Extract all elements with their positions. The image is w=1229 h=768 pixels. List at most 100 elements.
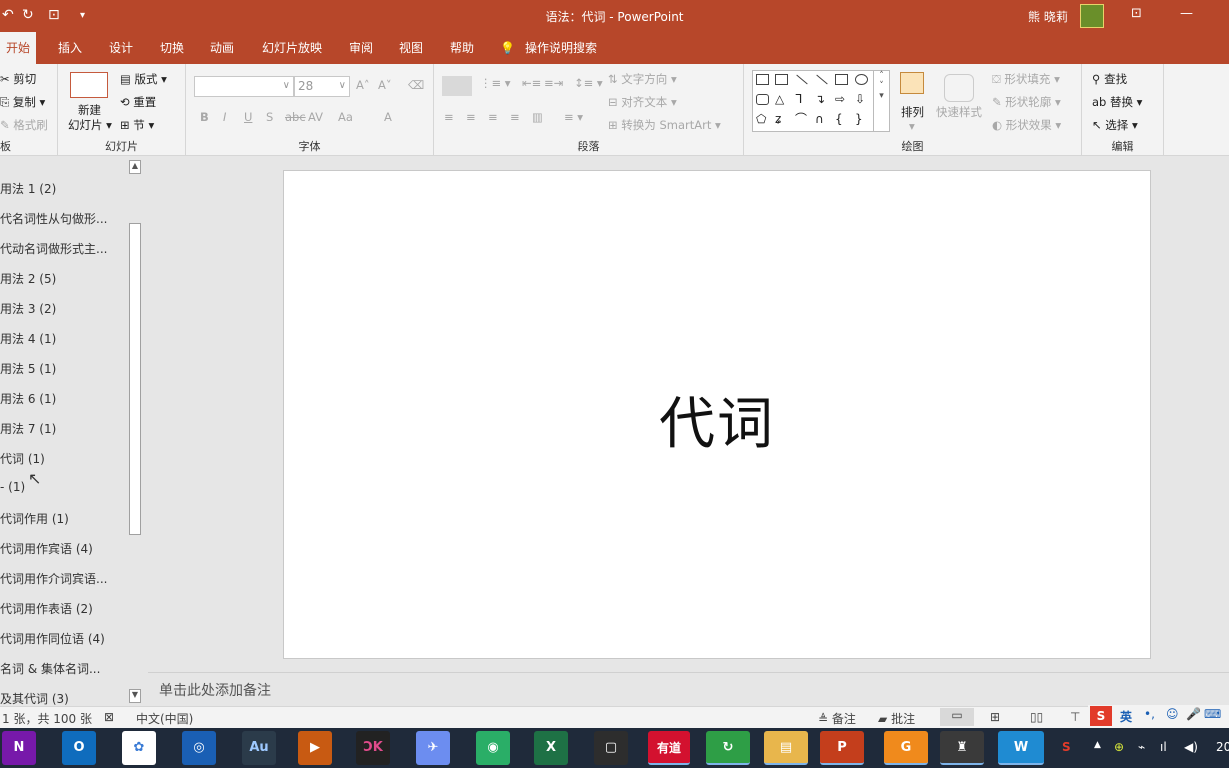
vertical-textbox-shape-icon[interactable] — [775, 74, 788, 85]
pdf-app-icon[interactable]: G — [884, 731, 928, 765]
find-button[interactable]: ⚲ 查找 — [1092, 71, 1127, 87]
new-slide-label[interactable]: 幻灯片 ▾ — [68, 117, 112, 133]
smartart-button[interactable]: ⊞ 转换为 SmartArt ▾ — [608, 117, 721, 133]
tab-insert[interactable]: 插入 — [52, 32, 88, 64]
font-name-select[interactable]: ∨ — [194, 76, 294, 97]
tab-design[interactable]: 设计 — [103, 32, 139, 64]
quick-styles-button[interactable]: 快速样式 — [936, 104, 982, 120]
microphone-icon[interactable]: 🎤 — [1186, 707, 1201, 721]
arrange-dropdown-icon[interactable]: ▾ — [909, 119, 915, 133]
copy-button[interactable]: ⎘ 复制 ▾ — [0, 94, 45, 110]
distribute-icon[interactable]: ≡ ▾ — [564, 110, 583, 124]
strikethrough-button[interactable]: abc — [285, 110, 306, 124]
shrink-font-icon[interactable]: A˅ — [378, 78, 392, 92]
right-brace-shape-icon[interactable]: } — [855, 113, 868, 125]
arc-shape-icon[interactable]: ⌒ — [795, 113, 808, 125]
mail-app-icon[interactable]: ✈ — [416, 731, 450, 765]
font-color-button[interactable]: A — [384, 110, 392, 124]
shape-outline-button[interactable]: ✎ 形状轮廓 ▾ — [992, 94, 1061, 110]
reader-app-icon[interactable]: ♜ — [940, 731, 984, 765]
excel-app-icon[interactable]: X — [534, 731, 568, 765]
video-app-icon[interactable]: ▢ — [594, 731, 628, 765]
media-app-icon[interactable]: ▶ — [298, 731, 332, 765]
list-item[interactable]: 用法 1 (2) — [0, 180, 56, 197]
wifi-icon[interactable]: ıl — [1160, 740, 1167, 754]
align-right-icon[interactable]: ≡ — [488, 110, 498, 124]
sogou-icon[interactable]: S — [1062, 740, 1071, 754]
justify-icon[interactable]: ≡ — [510, 110, 520, 124]
textbox-shape-icon[interactable] — [756, 74, 769, 85]
current-slide[interactable]: 代词 — [283, 170, 1151, 659]
arrange-button[interactable]: 排列 — [901, 104, 924, 120]
tell-me-search[interactable]: 💡 操作说明搜索 — [500, 32, 597, 64]
new-slide-icon[interactable] — [70, 72, 108, 98]
columns-icon[interactable]: ▥ — [532, 110, 543, 124]
scroll-up-icon[interactable]: ▲ — [129, 160, 141, 174]
notes-toggle[interactable]: ≜ 备注 — [818, 710, 856, 727]
tab-view[interactable]: 视图 — [393, 32, 429, 64]
down-arrow-shape-icon[interactable]: ⇩ — [855, 93, 868, 105]
increase-indent-icon[interactable]: ≡⇥ — [544, 76, 563, 90]
align-left-icon[interactable]: ≡ — [444, 110, 454, 124]
tab-animations[interactable]: 动画 — [204, 32, 240, 64]
bold-button[interactable]: B — [200, 110, 209, 124]
grow-font-icon[interactable]: A˄ — [356, 78, 370, 92]
list-item[interactable]: - (1) — [0, 480, 25, 494]
reading-view-icon[interactable]: ▯▯ — [1030, 710, 1043, 724]
new-slide-button[interactable]: 新建 — [78, 102, 101, 118]
list-item[interactable]: 代词用作介词宾语... — [0, 570, 107, 587]
list-item[interactable]: 及其代词 (3) — [0, 690, 69, 707]
elbow-connector-shape-icon[interactable]: ᒣ — [795, 93, 808, 105]
outline-scrollbar[interactable]: ▲ ▼ — [127, 157, 143, 707]
change-case-button[interactable]: Aa — [338, 110, 353, 124]
elbow-arrow-shape-icon[interactable]: ↴ — [815, 93, 828, 105]
replace-button[interactable]: ab 替换 ▾ — [1092, 94, 1142, 110]
section-button[interactable]: ⊞ 节 ▾ — [120, 117, 154, 133]
line-shape-icon[interactable] — [796, 74, 808, 85]
tab-help[interactable]: 帮助 — [444, 32, 480, 64]
list-item[interactable]: 代名词性从句做形... — [0, 210, 107, 227]
sogou-ime-icon[interactable]: S — [1090, 706, 1112, 726]
curve-shape-icon[interactable]: ∩ — [815, 113, 828, 125]
list-item[interactable]: 代词用作宾语 (4) — [0, 540, 93, 557]
language-indicator[interactable]: 中文(中国) — [136, 710, 193, 727]
left-brace-shape-icon[interactable]: { — [835, 113, 848, 125]
align-center-icon[interactable]: ≡ — [466, 110, 476, 124]
freeform-shape-icon[interactable]: ⬠ — [756, 113, 769, 125]
scribble-shape-icon[interactable]: ʑ — [775, 113, 788, 125]
line-spacing-icon[interactable]: ↕≡ ▾ — [574, 76, 603, 90]
tray-expand-icon[interactable]: ▲ — [1094, 740, 1101, 750]
cut-button[interactable]: ✂ 剪切 — [0, 71, 36, 87]
underline-button[interactable]: U — [244, 110, 252, 124]
spellcheck-icon[interactable]: ⊠ — [104, 710, 114, 724]
youdao-app-icon[interactable]: 有道 — [648, 731, 690, 765]
clear-format-icon[interactable]: ⌫ — [408, 78, 424, 92]
arrow-line-shape-icon[interactable] — [816, 74, 828, 85]
list-item[interactable]: 代词用作表语 (2) — [0, 600, 93, 617]
wps-app-icon[interactable]: W — [998, 731, 1044, 765]
text-direction-button[interactable]: ⇅ 文字方向 ▾ — [608, 71, 677, 87]
obs-app-icon[interactable]: ƆK — [356, 731, 390, 765]
volume-icon[interactable]: ◀) — [1184, 740, 1198, 754]
audition-app-icon[interactable]: Au — [242, 731, 276, 765]
scroll-thumb[interactable] — [129, 223, 141, 535]
triangle-shape-icon[interactable]: △ — [775, 93, 788, 105]
list-item[interactable]: 代词 (1) — [0, 450, 45, 467]
quick-styles-icon[interactable] — [944, 74, 974, 102]
char-spacing-button[interactable]: AV — [308, 110, 323, 124]
file-explorer-app-icon[interactable]: ▤ — [764, 731, 808, 765]
ribbon-display-icon[interactable]: ⊡ — [1131, 6, 1142, 21]
list-item[interactable]: 用法 4 (1) — [0, 330, 56, 347]
comments-toggle[interactable]: ▰ 批注 — [878, 710, 915, 727]
slide-title[interactable]: 代词 — [284, 379, 1150, 460]
normal-view-icon[interactable]: ▭ — [940, 708, 974, 726]
tab-slideshow[interactable]: 幻灯片放映 — [256, 32, 328, 64]
decrease-indent-icon[interactable]: ⇤≡ — [522, 76, 541, 90]
list-item[interactable]: 用法 3 (2) — [0, 300, 56, 317]
punctuation-icon[interactable]: •, — [1144, 707, 1155, 721]
slide-outline-panel[interactable]: 用法 1 (2) 代名词性从句做形... 代动名词做形式主... 用法 2 (5… — [0, 157, 127, 707]
shapes-gallery[interactable]: △ ᒣ ↴ ⇨ ⇩ ⬠ ʑ ⌒ ∩ { } ˄ ˅ ▾ — [752, 70, 890, 132]
shape-fill-button[interactable]: ⛋ 形状填充 ▾ — [992, 71, 1060, 87]
notes-pane[interactable]: 单击此处添加备注 — [148, 673, 1229, 706]
numbering-icon[interactable]: ⋮≡ ▾ — [480, 76, 511, 90]
